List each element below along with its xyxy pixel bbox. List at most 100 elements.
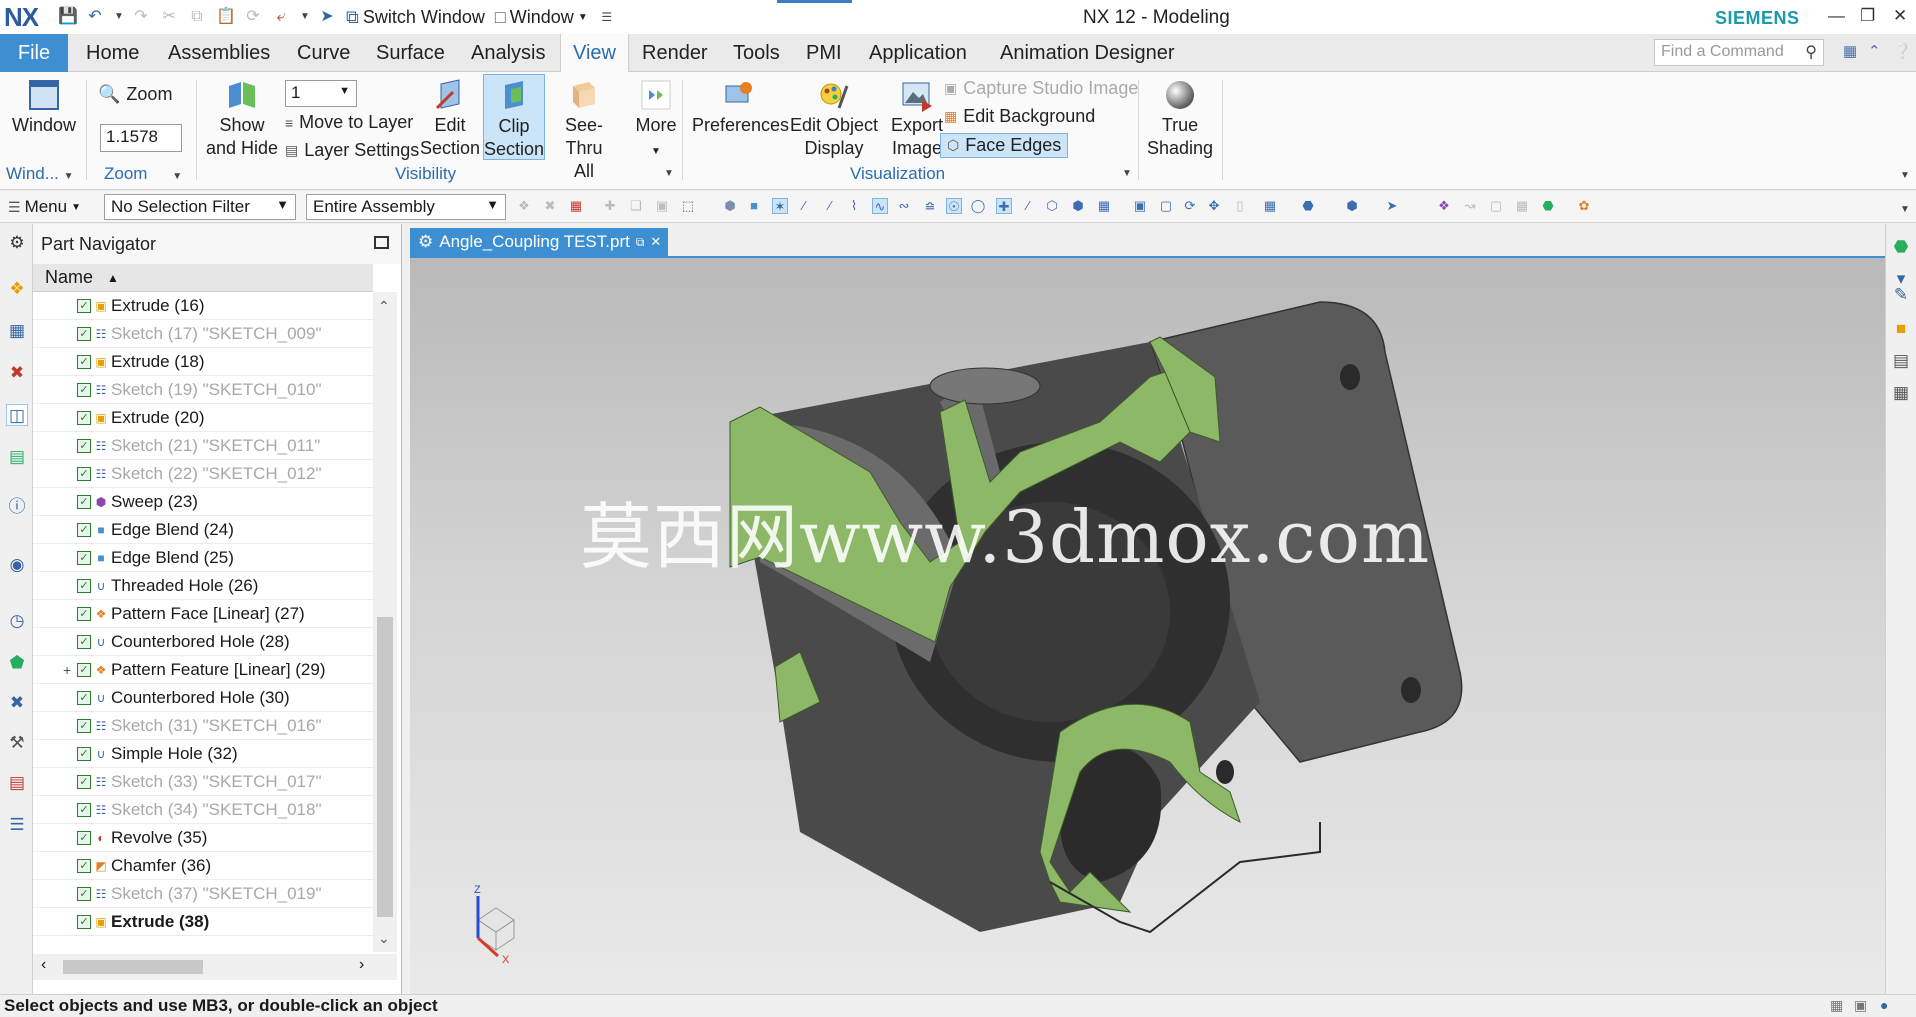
customize-dropdown-icon[interactable]: ▼ bbox=[300, 8, 310, 26]
system-scenes-icon[interactable]: ▤ bbox=[6, 772, 28, 794]
tree-row[interactable]: ✓ ∪ Counterbored Hole (28) bbox=[33, 628, 373, 656]
tab-analysis[interactable]: Analysis bbox=[471, 34, 545, 72]
clip-section-button[interactable]: Clip Section bbox=[483, 74, 545, 160]
layers-small-icon[interactable]: ▦ bbox=[1514, 198, 1530, 214]
ribbon-options-icon[interactable]: ▦ bbox=[1843, 42, 1857, 60]
snap-view-icon[interactable]: ❖ bbox=[1436, 198, 1452, 214]
checkbox-checked-icon[interactable]: ✓ bbox=[77, 438, 91, 453]
wcs-icon[interactable]: ↝ bbox=[1462, 198, 1478, 214]
work-layer-select[interactable]: 1 ▼ bbox=[285, 80, 357, 107]
graphics-window[interactable]: 莫西网www.3dmox.com Z X bbox=[410, 256, 1885, 994]
checkbox-checked-icon[interactable]: ✓ bbox=[77, 382, 91, 397]
undock-icon[interactable]: ⧉ bbox=[636, 235, 645, 250]
checkbox-checked-icon[interactable]: ✓ bbox=[77, 606, 91, 621]
cut-icon[interactable]: ✂ bbox=[160, 8, 178, 26]
checkbox-checked-icon[interactable]: ✓ bbox=[77, 634, 91, 649]
tree-row[interactable]: ✓ ☷ Sketch (34) "SKETCH_018" bbox=[33, 796, 373, 824]
layer-visibility-icon[interactable]: ⬣ bbox=[1540, 198, 1556, 214]
expand-plus-icon[interactable]: + bbox=[63, 662, 77, 678]
layer-settings-button[interactable]: ▤ Layer Settings bbox=[285, 140, 419, 161]
zoom-button[interactable]: 🔍 Zoom bbox=[98, 84, 172, 105]
checkbox-checked-icon[interactable]: ✓ bbox=[77, 522, 91, 537]
part-navigator-icon[interactable]: ◫ bbox=[6, 404, 28, 426]
rendering-style-icon[interactable]: ⬣ bbox=[1300, 198, 1316, 214]
edit-background-button[interactable]: ▦ Edit Background bbox=[944, 106, 1095, 127]
settings-gear-icon[interactable]: ⚙ bbox=[6, 232, 28, 254]
tree-row[interactable]: ✓ ■ Edge Blend (25) bbox=[33, 544, 373, 572]
pole-icon[interactable]: ▦ bbox=[1096, 198, 1112, 214]
control-point-icon[interactable]: ∿ bbox=[872, 198, 888, 214]
constraint-navigator-icon[interactable]: ▦ bbox=[6, 320, 28, 342]
checkbox-checked-icon[interactable]: ✓ bbox=[77, 354, 91, 369]
checkbox-checked-icon[interactable]: ✓ bbox=[77, 690, 91, 705]
curve-point-icon[interactable]: ⌇ bbox=[846, 198, 862, 214]
reset-orientation-icon[interactable]: ✿ bbox=[1576, 198, 1592, 214]
select-feature-icon[interactable]: ❑ bbox=[628, 198, 644, 214]
tree-row[interactable]: ✓ ▣ Extrude (16) bbox=[33, 292, 373, 320]
type-filter-icon[interactable]: ▦ bbox=[568, 198, 584, 214]
restore-icon[interactable]: ❐ bbox=[1860, 6, 1875, 26]
maximize-icon[interactable] bbox=[374, 236, 389, 249]
close-tab-icon[interactable]: ✕ bbox=[650, 234, 661, 250]
rectangle-select-icon[interactable]: ⬚ bbox=[680, 198, 696, 214]
minimize-icon[interactable]: — bbox=[1828, 6, 1845, 26]
tab-animation-designer[interactable]: Animation Designer bbox=[1000, 34, 1175, 72]
deselect-icon[interactable]: ✖ bbox=[542, 198, 558, 214]
horizontal-scrollbar[interactable]: ‹ › bbox=[33, 954, 397, 980]
scroll-up-icon[interactable]: ⌃ bbox=[378, 298, 390, 315]
close-icon[interactable]: ✕ bbox=[1893, 6, 1907, 26]
checkbox-checked-icon[interactable]: ✓ bbox=[77, 914, 91, 929]
checkbox-checked-icon[interactable]: ✓ bbox=[77, 830, 91, 845]
tab-render[interactable]: Render bbox=[642, 34, 708, 72]
select-all-icon[interactable]: ✚ bbox=[602, 198, 618, 214]
notes-icon[interactable]: ■ bbox=[1890, 318, 1912, 340]
graphics-window-tab[interactable]: ⚙ Angle_Coupling TEST.prt ⧉ ✕ bbox=[410, 228, 668, 256]
scroll-down-icon[interactable]: ⌄ bbox=[378, 930, 390, 947]
quadrant-icon[interactable]: ◯ bbox=[970, 198, 986, 214]
end-point-icon[interactable]: ∕ bbox=[796, 198, 812, 214]
scroll-right-icon[interactable]: › bbox=[359, 956, 364, 974]
reuse-library-icon[interactable]: ▤ bbox=[6, 446, 28, 468]
move-to-layer-button[interactable]: ≡ Move to Layer bbox=[285, 112, 413, 133]
system-materials-icon[interactable]: ☰ bbox=[6, 814, 28, 836]
tab-assemblies[interactable]: Assemblies bbox=[168, 34, 270, 72]
checkbox-checked-icon[interactable]: ✓ bbox=[77, 718, 91, 733]
find-command-input[interactable]: Find a Command ⚲ bbox=[1654, 39, 1824, 66]
sketch-palette-icon[interactable]: ✎ bbox=[1890, 284, 1912, 306]
checkbox-checked-icon[interactable]: ✓ bbox=[77, 774, 91, 789]
undo-dropdown-icon[interactable]: ▼ bbox=[114, 8, 124, 26]
tab-home[interactable]: Home bbox=[86, 34, 139, 72]
tree-row[interactable]: ✓ ☷ Sketch (31) "SKETCH_016" bbox=[33, 712, 373, 740]
scroll-thumb[interactable] bbox=[63, 960, 203, 974]
repeat-command-icon[interactable]: ⟳ bbox=[244, 8, 262, 26]
capture-studio-image-button[interactable]: ▣ Capture Studio Image bbox=[944, 78, 1138, 99]
checkbox-checked-icon[interactable]: ✓ bbox=[77, 326, 91, 341]
zoom-group-label[interactable]: Zoom ▼ bbox=[104, 164, 182, 184]
orient-view-icon[interactable]: ▦ bbox=[1262, 198, 1278, 214]
checkbox-checked-icon[interactable]: ✓ bbox=[77, 662, 91, 677]
hd3d-tools-icon[interactable]: ⓘ bbox=[6, 496, 28, 518]
checkbox-checked-icon[interactable]: ✓ bbox=[77, 298, 91, 313]
tree-row[interactable]: ✓ ▣ Extrude (20) bbox=[33, 404, 373, 432]
point-on-face-icon[interactable]: ⬡ bbox=[1044, 198, 1060, 214]
toolbar-options-icon[interactable]: ☰ bbox=[598, 8, 616, 26]
show-hide-small-icon[interactable]: ▢ bbox=[1488, 198, 1504, 214]
vertical-scrollbar[interactable]: ⌃ ⌄ bbox=[373, 292, 397, 952]
spline-point-icon[interactable]: ∾ bbox=[896, 198, 912, 214]
tab-surface[interactable]: Surface bbox=[376, 34, 445, 72]
work-view-icon[interactable]: ⬢ bbox=[1344, 198, 1360, 214]
tree-row[interactable]: ✓ ☷ Sketch (21) "SKETCH_011" bbox=[33, 432, 373, 460]
save-icon[interactable]: 💾 bbox=[58, 8, 78, 26]
history-icon[interactable]: ✖ bbox=[6, 362, 28, 384]
checkbox-checked-icon[interactable]: ✓ bbox=[77, 550, 91, 565]
intersection-icon[interactable]: ⪮ bbox=[922, 198, 938, 214]
tree-row[interactable]: ✓ ☷ Sketch (33) "SKETCH_017" bbox=[33, 768, 373, 796]
undo-icon[interactable]: ↶ bbox=[86, 8, 104, 26]
select-solid-icon[interactable]: ■ bbox=[746, 198, 762, 214]
tree-row[interactable]: ✓ ❖ Pattern Face [Linear] (27) bbox=[33, 600, 373, 628]
scroll-left-icon[interactable]: ‹ bbox=[41, 956, 46, 974]
tab-pmi[interactable]: PMI bbox=[806, 34, 842, 72]
tree-row[interactable]: ✓ ⬢ Sweep (23) bbox=[33, 488, 373, 516]
visualization-group-chevron-down-icon[interactable]: ▼ bbox=[1122, 168, 1132, 179]
pan-icon[interactable]: ✥ bbox=[1206, 198, 1222, 214]
